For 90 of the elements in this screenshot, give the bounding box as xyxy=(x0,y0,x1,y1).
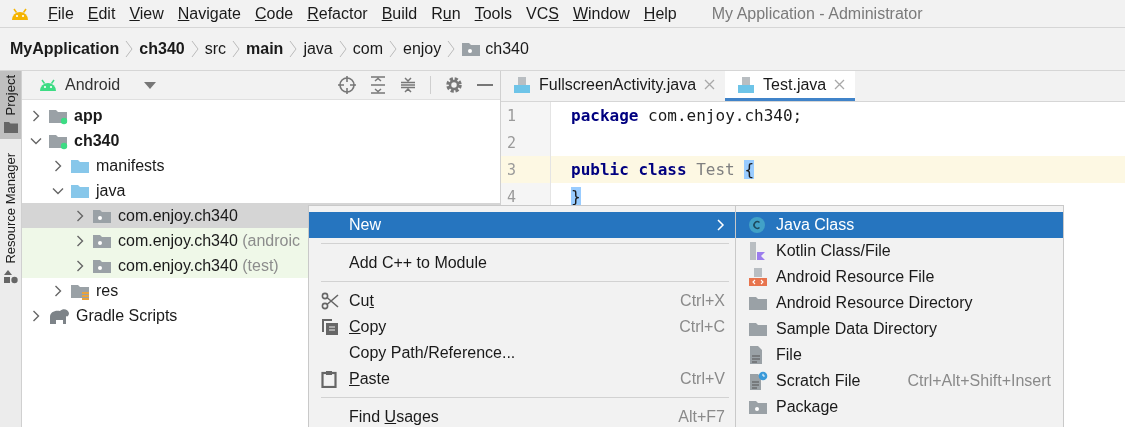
breadcrumb-item[interactable]: ch340 xyxy=(139,40,185,58)
menu-item[interactable]: Scratch File Ctrl+Alt+Shift+Insert xyxy=(736,368,1063,394)
menu-item[interactable]: VCS xyxy=(519,4,566,23)
elephant-icon xyxy=(48,306,70,325)
resource-file-icon xyxy=(748,267,768,287)
minimize-icon[interactable] xyxy=(477,83,493,87)
breadcrumb-item[interactable]: MyApplication xyxy=(10,40,120,58)
expand-chevron-icon[interactable] xyxy=(74,209,86,222)
menu-item[interactable]: Java Class xyxy=(736,212,1063,238)
close-icon[interactable] xyxy=(704,79,716,90)
breadcrumb-item[interactable]: com xyxy=(352,40,383,58)
view-dropdown[interactable]: Android xyxy=(39,76,157,94)
breadcrumb-item[interactable]: main xyxy=(246,40,284,58)
package-icon xyxy=(461,40,482,58)
crosshair-icon[interactable] xyxy=(338,76,356,94)
breadcrumb-separator-icon xyxy=(289,39,298,59)
package-icon xyxy=(748,398,768,416)
expand-chevron-icon[interactable] xyxy=(30,309,42,322)
menu-item[interactable]: Paste Ctrl+V xyxy=(309,366,735,392)
expand-all-icon[interactable] xyxy=(370,76,386,94)
breadcrumb-separator-icon xyxy=(338,39,347,59)
expand-chevron-icon[interactable] xyxy=(52,159,64,172)
breadcrumb-separator-icon xyxy=(232,39,241,59)
breadcrumb-separator-icon xyxy=(447,39,456,59)
breadcrumb-separator-icon xyxy=(389,39,397,59)
tool-window-tab[interactable]: Project xyxy=(0,71,21,140)
clipboard-icon xyxy=(321,370,337,388)
kotlin-file-icon xyxy=(748,241,766,261)
menu-item[interactable]: File xyxy=(736,342,1063,368)
java-file-icon xyxy=(737,75,756,94)
menu-item[interactable]: Help xyxy=(636,4,684,23)
scratch-file-icon xyxy=(748,371,768,391)
scissors-icon xyxy=(321,292,339,310)
line-number: 2 xyxy=(501,129,551,156)
menu-item[interactable]: Code xyxy=(247,4,301,23)
menu-item[interactable]: Android Resource File xyxy=(736,264,1063,290)
settings-icon[interactable] xyxy=(445,76,463,94)
menu-item[interactable]: Build xyxy=(374,4,425,23)
menu-item[interactable]: Kotlin Class/File xyxy=(736,238,1063,264)
breadcrumb-item[interactable]: java xyxy=(303,40,333,58)
editor-tab[interactable]: FullscreenActivity.java xyxy=(501,71,726,101)
window-title: My Application - Administrator xyxy=(711,4,923,23)
menu-item[interactable]: Run xyxy=(424,4,468,23)
java-file-icon xyxy=(513,75,531,94)
expand-chevron-icon[interactable] xyxy=(74,259,86,272)
tree-item[interactable]: java xyxy=(22,178,500,203)
menu-item[interactable]: Copy Path/Reference... xyxy=(309,340,735,366)
directory-icon xyxy=(748,294,768,312)
expand-chevron-icon[interactable] xyxy=(30,109,42,122)
breadcrumb-separator-icon xyxy=(125,39,134,59)
breadcrumb-item[interactable]: src xyxy=(204,40,227,58)
file-icon xyxy=(748,345,764,365)
code-line: package com.enjoy.ch340; xyxy=(570,106,803,125)
tree-item[interactable]: app xyxy=(22,103,500,128)
menu-item[interactable]: Copy Ctrl+C xyxy=(309,314,735,340)
menu-item[interactable]: Package xyxy=(736,394,1063,420)
collapse-all-icon[interactable] xyxy=(400,76,416,94)
breadcrumb-label: ch340 xyxy=(485,40,529,58)
close-icon[interactable] xyxy=(834,79,846,90)
menu-item[interactable]: Android Resource Directory xyxy=(736,290,1063,316)
android-icon xyxy=(39,79,57,91)
folder-icon xyxy=(3,121,18,134)
menu-item[interactable]: File xyxy=(41,4,81,23)
menu-item[interactable]: New xyxy=(309,212,735,238)
menu-item[interactable]: Tools xyxy=(467,4,519,23)
directory-icon xyxy=(748,320,768,338)
tool-window-tab[interactable]: Resource Manager xyxy=(0,149,21,291)
breadcrumb-separator-icon xyxy=(190,39,199,59)
expand-chevron-icon[interactable] xyxy=(74,234,86,247)
menu-item[interactable]: View xyxy=(122,4,171,23)
shapes-icon xyxy=(3,270,18,285)
class-icon xyxy=(748,216,766,234)
expand-chevron-icon[interactable] xyxy=(52,284,64,297)
menu-item[interactable]: Window xyxy=(565,4,637,23)
caret-icon xyxy=(144,81,157,89)
line-number: 1 xyxy=(501,102,551,129)
android-logo-icon xyxy=(11,7,29,20)
tree-item[interactable]: ch340 xyxy=(22,128,500,153)
breadcrumb-item[interactable]: enjoy xyxy=(403,40,442,58)
menu-item[interactable]: Cut Ctrl+X xyxy=(309,288,735,314)
menu-item[interactable]: Navigate xyxy=(170,4,248,23)
breadcrumb-item[interactable]: ch340 xyxy=(461,40,529,58)
menu-item[interactable]: Find Usages Alt+F7 xyxy=(309,404,735,427)
tree-item[interactable]: manifests xyxy=(22,153,500,178)
editor-tab[interactable]: Test.java xyxy=(725,71,856,101)
code-line: public class Test { xyxy=(570,160,754,179)
menu-item[interactable]: Sample Data Directory xyxy=(736,316,1063,342)
menu-item[interactable]: Refactor xyxy=(300,4,375,23)
copy-icon xyxy=(321,318,339,336)
menu-item[interactable]: Edit xyxy=(80,4,123,23)
